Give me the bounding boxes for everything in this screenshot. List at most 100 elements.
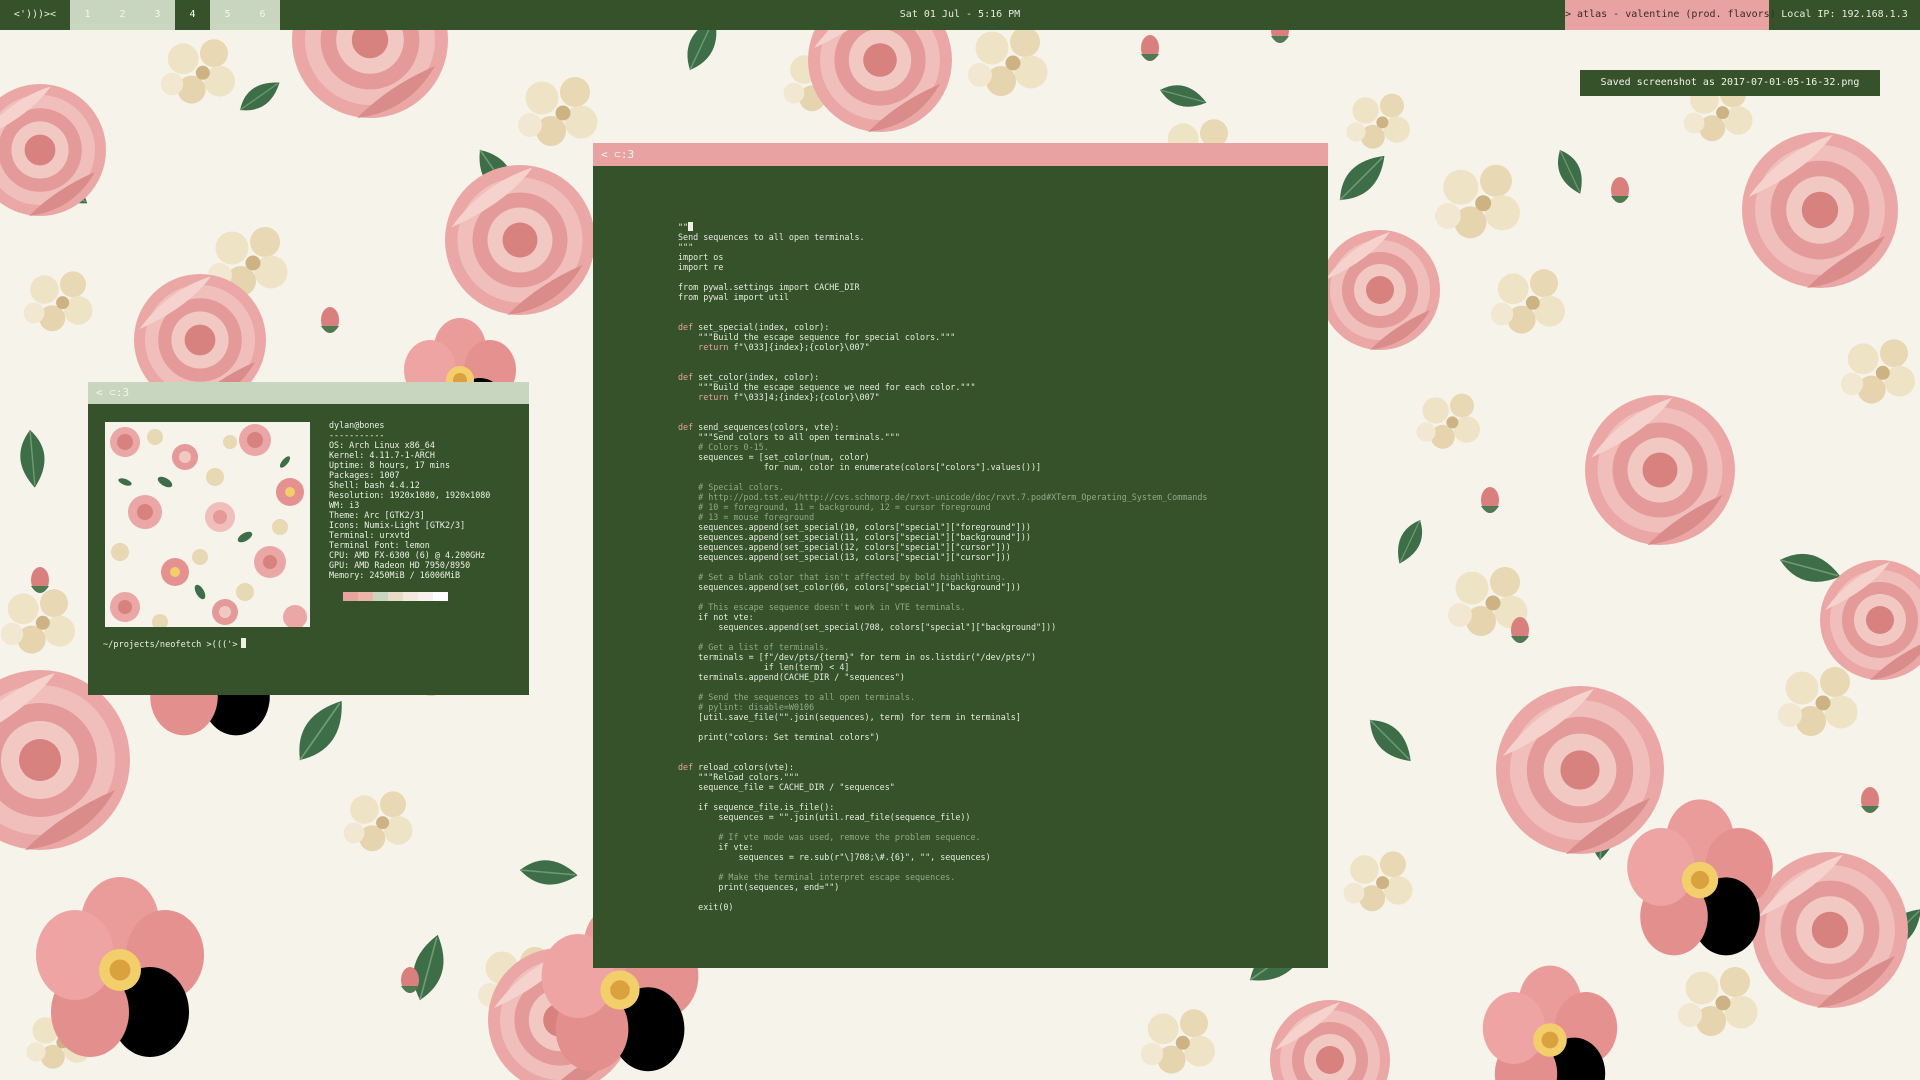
- code-keyword: def: [678, 322, 694, 332]
- neofetch-shell: Shell: bash 4.4.12: [329, 480, 420, 490]
- code-line: # Special colors.: [678, 482, 1207, 492]
- workspace-3[interactable]: 3: [140, 0, 175, 30]
- code-line: "": [678, 222, 1207, 232]
- code-comment: # 10 = foreground, 11 = background, 12 =…: [678, 502, 991, 512]
- code-line: return f"\033]4;{index};{color}\007": [698, 392, 880, 402]
- neofetch-terminal-font: Terminal Font: lemon: [329, 540, 430, 550]
- code-line: # Get a list of terminals.: [678, 642, 1207, 652]
- code-line: # If vte mode was used, remove the probl…: [678, 832, 1207, 842]
- code-comment: # Set a blank color that isn't affected …: [678, 572, 1006, 582]
- color-swatch: [358, 592, 373, 601]
- workspace-2[interactable]: 2: [105, 0, 140, 30]
- neofetch-terminal-window[interactable]: < ⊂:3 dylan@bones ----------- OS: Arch L…: [88, 382, 529, 695]
- color-palette: [343, 592, 448, 601]
- code-comment: # Special colors.: [678, 482, 784, 492]
- code-line: # 10 = foreground, 11 = background, 12 =…: [678, 502, 1207, 512]
- neofetch-user-host: dylan@bones: [329, 420, 385, 430]
- code-line: return f"\033]{index};{color}\007": [698, 342, 870, 352]
- shell-prompt[interactable]: ~/projects/neofetch >((('>: [103, 638, 246, 650]
- code-line: exit(0): [678, 902, 734, 912]
- color-swatch: [373, 592, 388, 601]
- color-swatch: [418, 592, 433, 601]
- code-comment: # Get a list of terminals.: [678, 642, 830, 652]
- code-line: sequences.append(set_special(13, colors[…: [678, 552, 1011, 562]
- workspace-6[interactable]: 6: [245, 0, 280, 30]
- status-bar: <')))>< 1 2 3 4 5 6 Sat 01 Jul - 5:16 PM…: [0, 0, 1920, 30]
- code-line: sequences = "".join(util.read_file(seque…: [678, 812, 971, 822]
- editor-window-titlebar[interactable]: < ⊂:3: [593, 143, 1328, 166]
- neofetch-separator: -----------: [329, 430, 385, 440]
- code-comment: # 13 = mouse foreground: [678, 512, 815, 522]
- code-line: sequences.append(set_special(10, colors[…: [678, 522, 1031, 532]
- neofetch-kernel: Kernel: 4.11.7-1-ARCH: [329, 450, 435, 460]
- neofetch-cpu: CPU: AMD FX-6300 (6) @ 4.200GHz: [329, 550, 486, 560]
- code-line: if vte:: [678, 842, 754, 852]
- code-line: def set_color(index, color):: [678, 372, 820, 382]
- code-line: sequence_file = CACHE_DIR / "sequences": [678, 782, 895, 792]
- workspace-1[interactable]: 1: [70, 0, 105, 30]
- code-keyword: def: [678, 762, 694, 772]
- bar-local-ip: Local IP: 192.168.1.3: [1781, 9, 1908, 20]
- neofetch-window-titlebar[interactable]: < ⊂:3: [88, 382, 529, 404]
- workspace-list: 1 2 3 4 5 6: [70, 0, 280, 30]
- code-line: terminals = [f"/dev/pts/{term}" for term…: [678, 652, 1036, 662]
- neofetch-packages: Packages: 1007: [329, 470, 400, 480]
- code-line: if sequence_file.is_file():: [678, 802, 835, 812]
- code-line: sequences.append(set_special(12, colors[…: [678, 542, 1011, 552]
- code-line: def send_sequences(colors, vte):: [678, 422, 840, 432]
- code-view[interactable]: "" Send sequences to all open terminals. "…: [678, 222, 1207, 912]
- code-comment: # pylint: disable=W0106: [678, 702, 815, 712]
- neofetch-terminal: Terminal: urxvtd: [329, 530, 410, 540]
- workspace-4-active[interactable]: 4: [175, 0, 210, 30]
- color-swatch: [388, 592, 403, 601]
- code-line: """Send colors to all open terminals.""": [678, 432, 900, 442]
- code-line: def set_special(index, color):: [678, 322, 830, 332]
- neofetch-resolution: Resolution: 1920x1080, 1920x1080: [329, 490, 491, 500]
- neofetch-gpu: GPU: AMD Radeon HD 7950/8950: [329, 560, 471, 570]
- code-line: # 13 = mouse foreground: [678, 512, 1207, 522]
- code-editor-window[interactable]: < ⊂:3 "" Send sequences to all open termi…: [593, 143, 1328, 968]
- neofetch-info: dylan@bones ----------- OS: Arch Linux x…: [329, 420, 490, 580]
- code-line: # pylint: disable=W0106: [678, 702, 1207, 712]
- neofetch-os: OS: Arch Linux x86_64: [329, 440, 435, 450]
- code-line: """Build the escape sequence for special…: [678, 332, 956, 342]
- code-line: print(sequences, end=""): [678, 882, 840, 892]
- code-line: sequences.append(set_special(11, colors[…: [678, 532, 1031, 542]
- terminal-cursor: [240, 638, 246, 648]
- code-line: # This escape sequence doesn't work in V…: [678, 602, 1207, 612]
- bar-window-title: > atlas - valentine (prod. flavors): [1565, 0, 1776, 30]
- code-keyword: return: [698, 392, 729, 402]
- code-line: # Colors 0-15.: [678, 442, 1207, 452]
- color-swatch: [343, 592, 358, 601]
- bar-logo: <')))><: [13, 9, 57, 20]
- code-keyword: def: [678, 372, 694, 382]
- workspace-5[interactable]: 5: [210, 0, 245, 30]
- code-keyword: return: [698, 342, 729, 352]
- screenshot-notification[interactable]: Saved screenshot as 2017-07-01-05-16-32.…: [1580, 70, 1880, 96]
- code-comment: # If vte mode was used, remove the probl…: [678, 832, 981, 842]
- code-line: if not vte:: [678, 612, 754, 622]
- code-comment: # Colors 0-15.: [678, 442, 769, 452]
- neofetch-uptime: Uptime: 8 hours, 17 mins: [329, 460, 451, 470]
- code-line: # Set a blank color that isn't affected …: [678, 572, 1207, 582]
- code-line: import re: [678, 262, 724, 272]
- code-comment: # http://pod.tst.eu/http://cvs.schmorp.d…: [678, 492, 1208, 502]
- code-line: """Reload colors.""": [678, 772, 800, 782]
- code-line: from pywal import util: [678, 292, 789, 302]
- code-comment: # Send the sequences to all open termina…: [678, 692, 915, 702]
- code-keyword: def: [678, 422, 694, 432]
- code-line: def reload_colors(vte):: [678, 762, 794, 772]
